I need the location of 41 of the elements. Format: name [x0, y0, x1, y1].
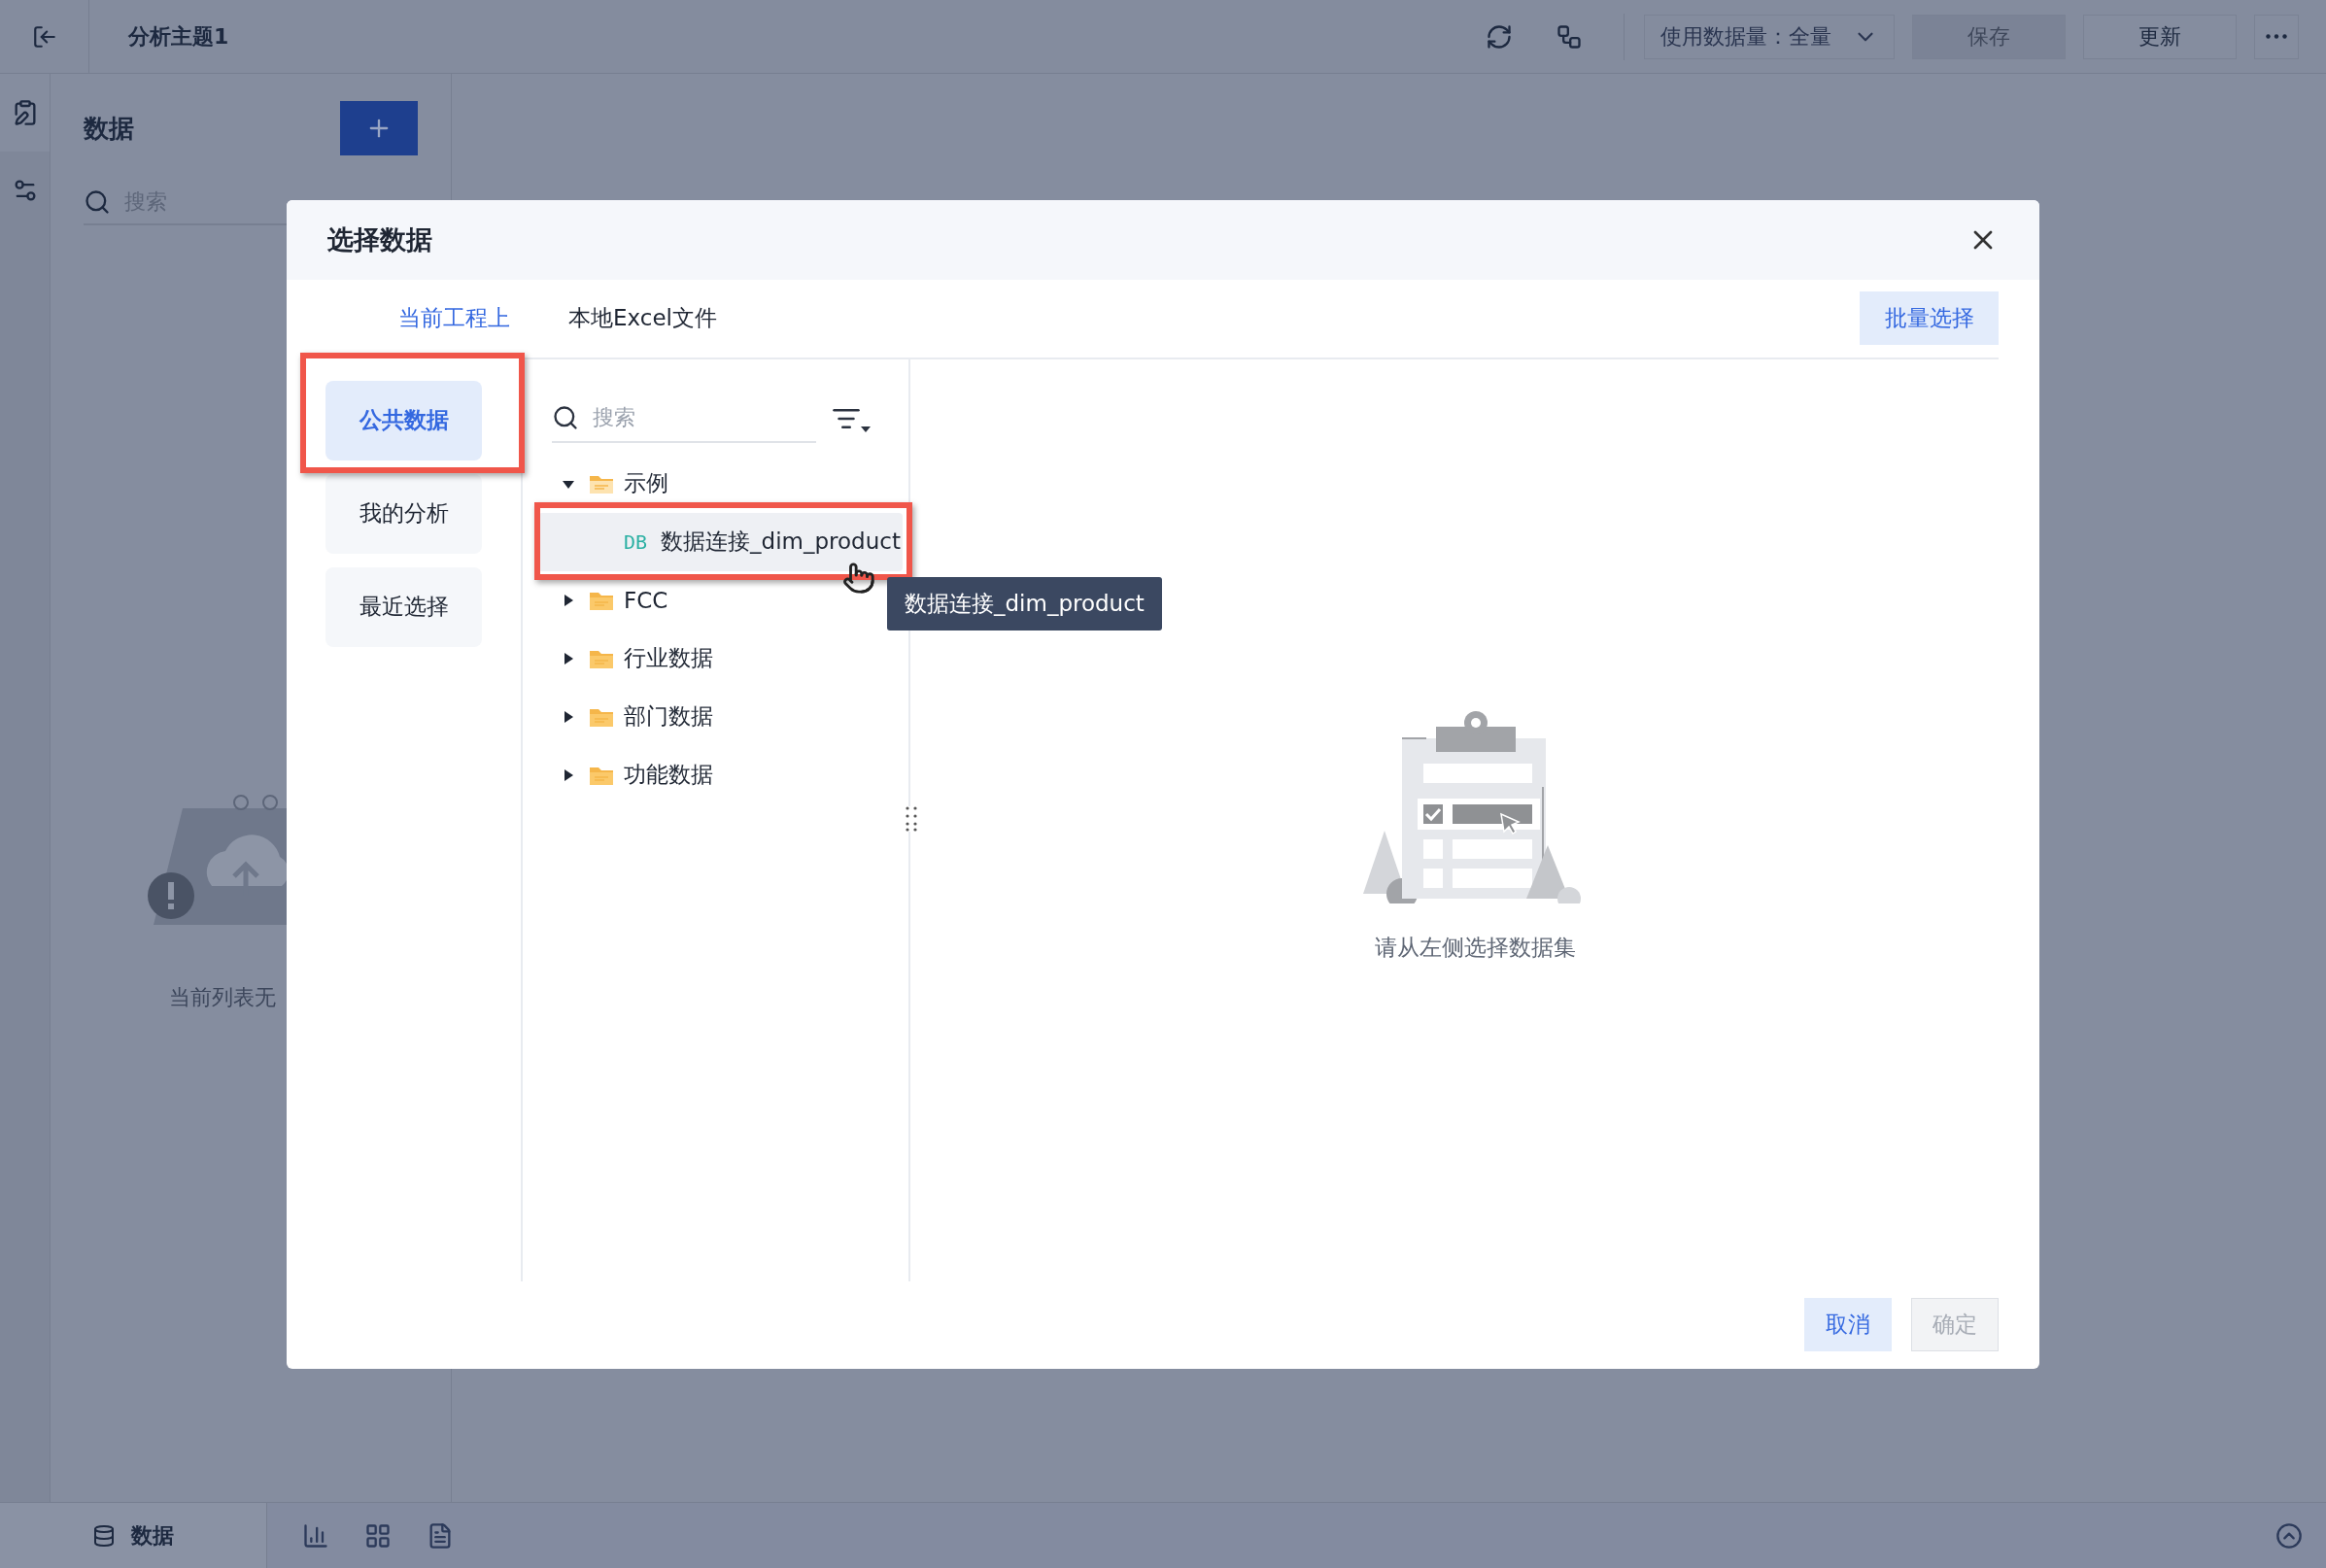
tree-search-field[interactable]: 搜索 [552, 393, 816, 443]
topic-title: 分析主题1 [128, 22, 229, 51]
tree-folder-row[interactable]: 部门数据 [538, 687, 903, 746]
category-button[interactable]: 公共数据 [325, 380, 482, 460]
cancel-button[interactable]: 取消 [1804, 1297, 1892, 1351]
data-amount-dropdown[interactable]: 使用数据量：全量 [1644, 14, 1895, 59]
exit-icon[interactable] [31, 23, 57, 50]
category-button[interactable]: 最近选择 [325, 566, 482, 647]
folder-label: 部门数据 [624, 702, 713, 731]
data-tab[interactable]: 数据 [0, 1502, 267, 1568]
source-tab[interactable]: 当前工程上 [398, 303, 510, 333]
category-button[interactable]: 我的分析 [325, 473, 482, 554]
db-label: DB [624, 529, 648, 554]
collapse-icon[interactable] [2275, 1521, 2303, 1550]
source-tab[interactable]: 本地Excel文件 [568, 303, 717, 333]
panel-title: 数据 [84, 112, 134, 145]
tree-folder-row[interactable]: 行业数据 [538, 629, 903, 688]
flow-icon[interactable] [1556, 22, 1583, 51]
more-icon [2266, 34, 2287, 39]
database-icon [92, 1523, 116, 1548]
folder-label: FCC [624, 587, 668, 613]
hand-cursor-icon [842, 561, 875, 595]
folder-label: 行业数据 [624, 644, 713, 672]
empty-list-text: 当前列表无 [169, 984, 276, 1011]
search-icon [552, 403, 579, 431]
tooltip: 数据连接_dim_product [887, 576, 1162, 631]
folder-label: 示例 [624, 469, 668, 497]
toolbar-button[interactable]: 更新 [2083, 14, 2237, 59]
tree-folder-row[interactable]: 示例 [538, 454, 903, 513]
dataset-row[interactable]: DB 数据连接_dim_product [538, 512, 903, 571]
dataset-label: 数据连接_dim_product [661, 528, 901, 556]
dialog-title: 选择数据 [327, 222, 432, 256]
search-icon [84, 188, 111, 216]
add-chart-icon[interactable] [302, 1521, 329, 1550]
empty-hint-text: 请从左侧选择数据集 [1374, 933, 1576, 962]
tree-folder-row[interactable]: 功能数据 [538, 745, 903, 804]
add-grid-icon[interactable] [364, 1521, 392, 1550]
batch-select-button[interactable]: 批量选择 [1860, 291, 1999, 345]
refresh-icon[interactable] [1486, 22, 1513, 51]
resize-handle-icon[interactable] [905, 805, 918, 832]
folder-label: 功能数据 [624, 761, 713, 789]
